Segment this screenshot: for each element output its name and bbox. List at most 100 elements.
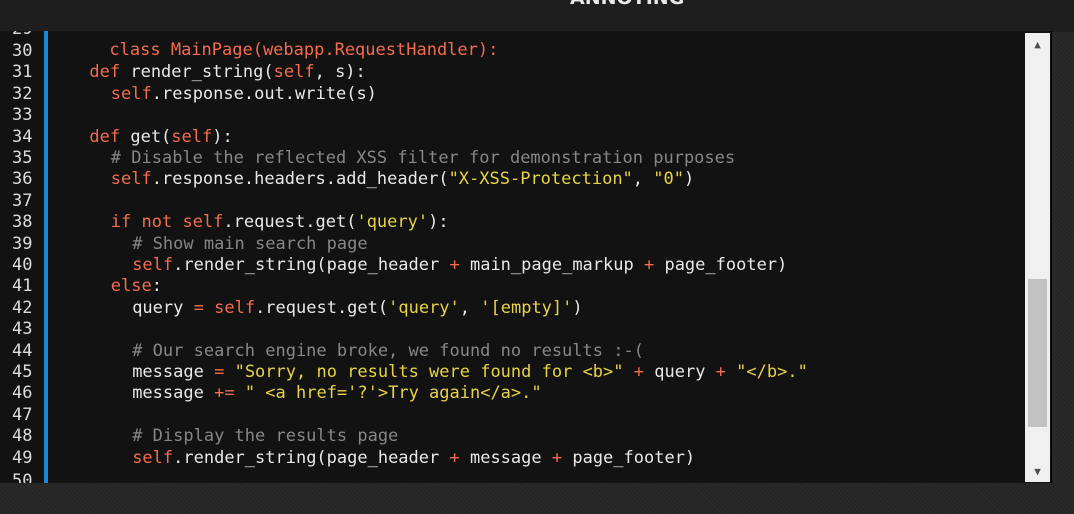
code-token: if not self [110, 212, 224, 233]
line-number: 49 [12, 447, 33, 468]
code-token: self [110, 83, 152, 104]
code-token: , s): [314, 62, 366, 83]
code-token: + [551, 447, 563, 468]
partial-top-line: class MainPage(webapp.RequestHandler): [48, 31, 498, 60]
code-line: # Display the results page [68, 426, 398, 447]
line-number: 42 [12, 297, 33, 318]
line-number: 39 [12, 233, 33, 254]
code-token: get( [120, 126, 172, 147]
code-token: ) [572, 297, 583, 318]
code-token: + [643, 255, 655, 275]
line-number: 43 [12, 319, 33, 340]
code-editor[interactable]: class MainPage(webapp.RequestHandler): d… [0, 31, 1052, 483]
code-token: "0" [653, 169, 684, 190]
code-token: 'query' [356, 212, 429, 233]
code-line: # Disable the reflected XSS filter for d… [68, 148, 735, 169]
code-token: += [214, 383, 235, 404]
line-number: 36 [12, 169, 33, 190]
code-area[interactable]: class MainPage(webapp.RequestHandler): d… [48, 31, 1027, 483]
scroll-up-icon[interactable]: ▲ [1025, 33, 1050, 55]
code-line: # Our search engine broke, we found no r… [68, 341, 644, 362]
line-number: 37 [12, 190, 33, 211]
line-number: 48 [12, 426, 33, 447]
line-number: 34 [12, 126, 33, 147]
code-token: query [132, 297, 194, 318]
code-line: def render_string(self, s): [68, 62, 366, 83]
partial-bottom-line-number: 50 [12, 471, 33, 483]
code-token: 'query' [388, 297, 460, 318]
code-token: ): [428, 212, 449, 233]
line-number: 32 [12, 83, 33, 104]
code-token: : [151, 276, 162, 297]
code-token: .request.get( [223, 212, 357, 233]
code-token: .response.out.write(s) [151, 83, 377, 104]
code-token: message [132, 383, 215, 404]
partial-top-code: class MainPage(webapp.RequestHandler): [109, 40, 499, 61]
line-number: 41 [12, 276, 33, 297]
code-token: ): [212, 126, 233, 147]
code-token: page_footer) [562, 447, 696, 468]
line-number: 47 [12, 404, 33, 425]
code-token: .response.headers.add_header( [151, 169, 449, 190]
code-token: self [171, 126, 213, 147]
partial-top-line-number: 29 [12, 31, 42, 40]
code-token: + [449, 255, 460, 275]
code-line: self.response.out.write(s) [68, 84, 377, 105]
code-token: '[empty]' [480, 297, 573, 318]
code-token: "Sorry, no results were found for <b>" [234, 362, 624, 382]
code-token: # Show main search page [132, 233, 368, 254]
code-line: # Show main search page [68, 233, 368, 255]
code-line: query = self.request.get('query', '[empt… [68, 297, 583, 319]
scroll-down-icon[interactable]: ▼ [1025, 460, 1050, 482]
code-token: "</b>." [736, 362, 808, 382]
code-token: = [214, 362, 225, 382]
top-bar: ANNOYING [0, 0, 1074, 32]
line-number: 45 [12, 362, 33, 382]
code-token: = [193, 297, 204, 318]
code-token: # Our search engine broke, we found no r… [132, 340, 644, 361]
code-line: if not self.request.get('query'): [68, 212, 449, 233]
code-token: self [273, 62, 315, 83]
code-token: + [449, 447, 460, 468]
code-token: self [132, 255, 174, 275]
code-token: render_string( [120, 62, 274, 83]
vertical-scrollbar[interactable]: ▲ ▼ [1025, 33, 1050, 482]
code-token: .render_string(page_header [173, 255, 450, 275]
code-token: "X-XSS-Protection" [448, 169, 633, 190]
code-token: page_footer) [654, 255, 788, 275]
code-token: self [132, 447, 174, 468]
scroll-thumb[interactable] [1028, 279, 1047, 427]
line-number: 30 [12, 41, 33, 61]
code-token: query [644, 362, 716, 382]
code-token: # Display the results page [132, 426, 399, 447]
clipped-heading: ANNOYING [570, 0, 684, 9]
code-token: , [459, 297, 481, 318]
code-token: self [214, 297, 256, 318]
line-number: 31 [12, 62, 33, 83]
code-line: def get(self): [68, 126, 233, 148]
code-token: " <a href='?'>Try again</a>." [244, 383, 542, 404]
code-line: else: [68, 276, 162, 297]
code-line: message += " <a href='?'>Try again</a>." [68, 383, 542, 404]
code-token: main_page_markup [459, 255, 644, 275]
code-token: .request.get( [255, 297, 389, 318]
code-token: .render_string(page_header [173, 447, 450, 468]
code-token: # Disable the reflected XSS filter for d… [110, 148, 736, 168]
line-number: 44 [12, 340, 33, 361]
code-token: ) [684, 169, 695, 190]
code-token: message [459, 447, 552, 468]
line-number: 40 [12, 255, 33, 275]
line-number: 35 [12, 148, 33, 168]
code-line: self.render_string(page_header + main_pa… [68, 255, 787, 276]
code-line: message = "Sorry, no results were found … [68, 362, 808, 383]
line-number: 46 [12, 383, 33, 404]
line-number: 38 [12, 212, 33, 233]
code-token: , [632, 169, 654, 190]
code-line: self.response.headers.add_header("X-XSS-… [68, 169, 694, 190]
code-token: else [110, 276, 152, 297]
